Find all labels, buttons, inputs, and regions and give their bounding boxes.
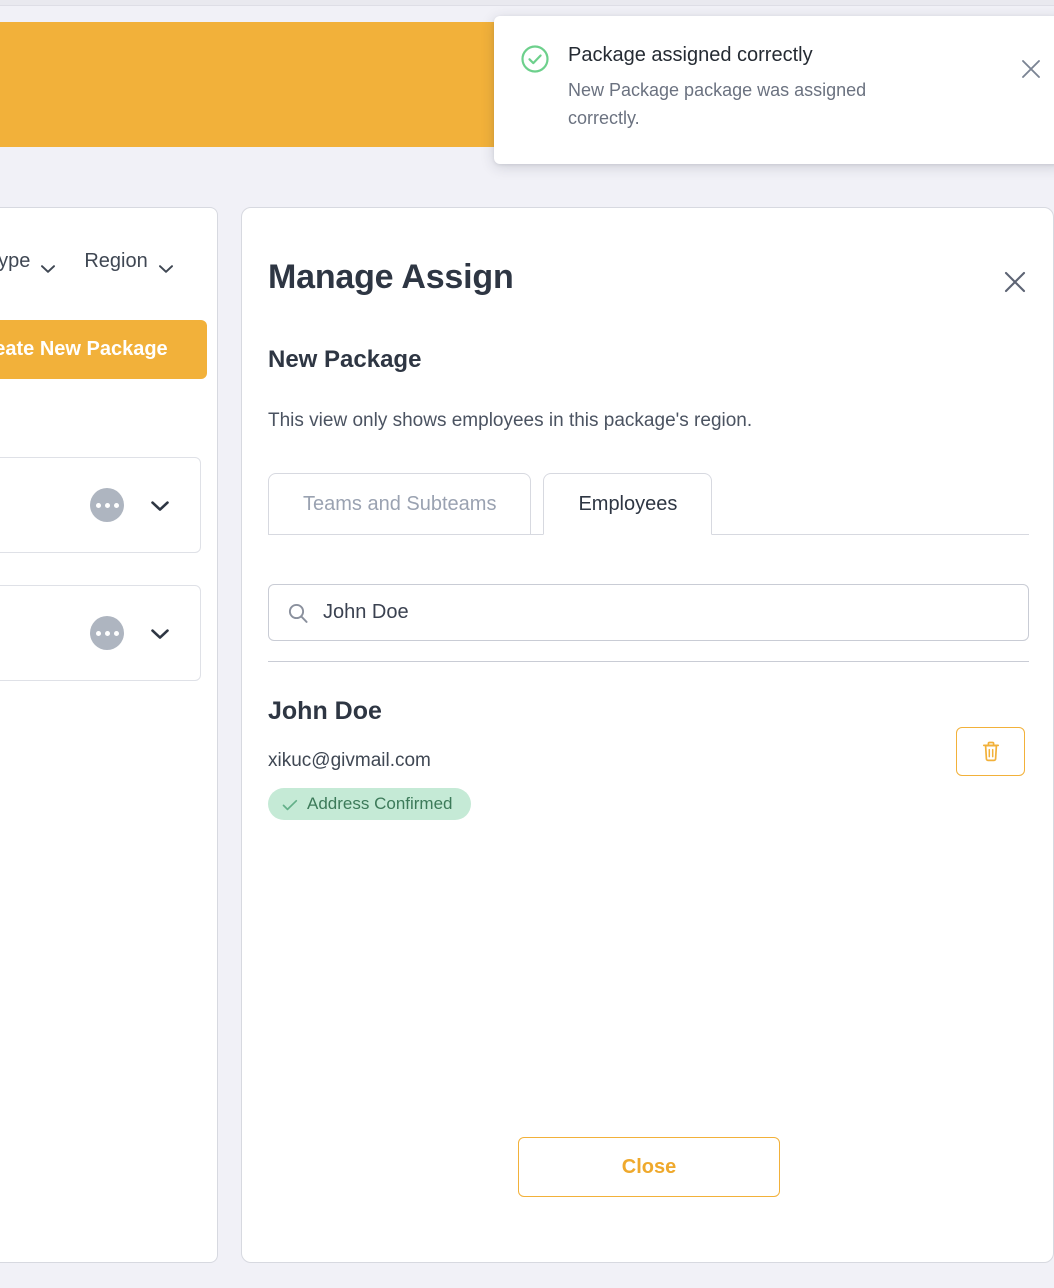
chevron-down-icon	[158, 257, 174, 267]
app-header-bar	[0, 22, 524, 147]
package-card[interactable]	[0, 457, 201, 553]
filter-region[interactable]: Region	[84, 250, 173, 273]
results-divider	[268, 661, 1029, 662]
toast-message: New Package package was assigned correct…	[568, 76, 930, 132]
toast-notification: Package assigned correctly New Package p…	[494, 16, 1054, 164]
create-new-package-button[interactable]: Create New Package	[0, 320, 207, 379]
search-input[interactable]: John Doe	[268, 584, 1029, 641]
manage-assign-modal: Manage Assign New Package This view only…	[241, 207, 1054, 1263]
trash-icon	[982, 741, 1000, 762]
filter-type-label: Type	[0, 250, 30, 273]
package-card[interactable]	[0, 585, 201, 681]
close-icon[interactable]	[1001, 268, 1029, 296]
browser-top-strip	[0, 0, 1054, 6]
tab-teams-and-subteams[interactable]: Teams and Subteams	[268, 473, 531, 535]
chevron-down-icon	[40, 257, 56, 267]
package-name: New Package	[268, 346, 421, 374]
filter-bar: Type Region	[0, 250, 174, 273]
package-region-note: This view only shows employees in this p…	[268, 410, 752, 432]
toast-body: Package assigned correctly New Package p…	[568, 42, 1040, 132]
search-icon	[287, 602, 309, 624]
tab-bar: Teams and Subteams Employees	[268, 473, 1029, 535]
chevron-down-icon[interactable]	[150, 627, 170, 639]
check-circle-icon	[520, 44, 550, 74]
employee-email: xikuc@givmail.com	[268, 750, 431, 772]
check-icon	[282, 798, 298, 810]
filter-region-label: Region	[84, 250, 147, 273]
employee-name: John Doe	[268, 697, 382, 726]
toast-title: Package assigned correctly	[568, 42, 1030, 68]
close-button[interactable]: Close	[518, 1137, 780, 1197]
status-badge: Address Confirmed	[268, 788, 471, 820]
ellipsis-icon[interactable]	[90, 488, 124, 522]
filter-type[interactable]: Type	[0, 250, 56, 273]
close-icon[interactable]	[1018, 56, 1044, 82]
tab-employees[interactable]: Employees	[543, 473, 712, 535]
search-input-value: John Doe	[323, 601, 409, 624]
ellipsis-icon[interactable]	[90, 616, 124, 650]
status-badge-label: Address Confirmed	[307, 794, 453, 814]
chevron-down-icon[interactable]	[150, 499, 170, 511]
page-title: Manage Assign	[268, 258, 514, 297]
delete-employee-button[interactable]	[956, 727, 1025, 776]
package-list-panel: Type Region Create New Package	[0, 207, 218, 1263]
app-root: Package assigned correctly New Package p…	[0, 0, 1054, 1288]
